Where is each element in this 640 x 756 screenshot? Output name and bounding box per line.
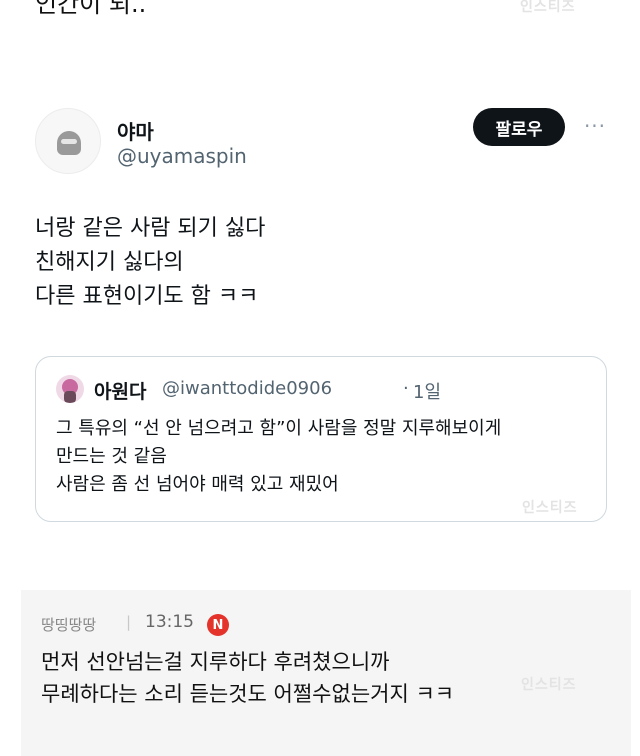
- quoted-text-line: 사람은 좀 선 넘어야 매력 있고 재밌어: [56, 474, 339, 495]
- tweet-text-line: 너랑 같은 사람 되기 싫다: [35, 216, 266, 241]
- separator-dot: ·: [403, 378, 409, 399]
- follow-button[interactable]: 팔로우: [473, 108, 565, 146]
- tweet-text: 너랑 같은 사람 되기 싫다 친해지기 싫다의 다른 표현이기도 함 ㅋㅋ: [35, 212, 265, 314]
- comment-timestamp: 13:15: [145, 612, 194, 632]
- watermark: 인스티즈: [522, 500, 578, 516]
- user-avatar[interactable]: [35, 108, 101, 174]
- comment-text: 먼저 선안넘는걸 지루하다 후려쳤으니까 무례하다는 소리 듣는것도 어쩔수없는…: [41, 646, 454, 710]
- quoted-user-name[interactable]: 아원다: [94, 377, 146, 404]
- comment-author[interactable]: 땅띵땅땅: [41, 614, 96, 635]
- quoted-timestamp[interactable]: 1일: [413, 378, 441, 404]
- comment-text-line: 먼저 선안넘는걸 지루하다 후려쳤으니까: [41, 650, 390, 674]
- quoted-tweet[interactable]: 아원다 @iwanttodide0906 · 1일 그 특유의 “선 안 넘으려…: [35, 356, 607, 522]
- quoted-user-avatar[interactable]: [56, 375, 84, 403]
- tweet-header: 야마 @uyamaspin 팔로우 ···: [35, 108, 615, 178]
- post-text-fragment: 인간이 되..: [35, 0, 147, 18]
- watermark: 인스티즈: [520, 0, 576, 15]
- tweet-text-line: 친해지기 싫다의: [35, 250, 184, 275]
- watermark: 인스티즈: [521, 677, 577, 693]
- quoted-text-line: 만드는 것 같음: [56, 446, 167, 467]
- tweet-text-line: 다른 표현이기도 함 ㅋㅋ: [35, 284, 259, 309]
- user-display-name[interactable]: 야마: [117, 116, 154, 145]
- comment-card: 땅띵땅땅 | 13:15 N 먼저 선안넘는걸 지루하다 후려쳤으니까 무례하다…: [21, 590, 631, 756]
- comment-separator: |: [126, 613, 132, 631]
- ghost-avatar-icon: [57, 131, 81, 155]
- more-options-icon[interactable]: ···: [580, 114, 610, 138]
- new-badge-icon: N: [207, 614, 229, 636]
- quoted-text-line: 그 특유의 “선 안 넘으려고 함”이 사람을 정말 지루해보이게: [56, 418, 502, 439]
- user-handle[interactable]: @uyamaspin: [117, 144, 247, 168]
- quoted-user-handle[interactable]: @iwanttodide0906: [162, 378, 332, 399]
- quoted-tweet-text: 그 특유의 “선 안 넘으려고 함”이 사람을 정말 지루해보이게 만드는 것 …: [56, 415, 501, 499]
- comment-text-line: 무례하다는 소리 듣는것도 어쩔수없는거지 ㅋㅋ: [41, 682, 455, 706]
